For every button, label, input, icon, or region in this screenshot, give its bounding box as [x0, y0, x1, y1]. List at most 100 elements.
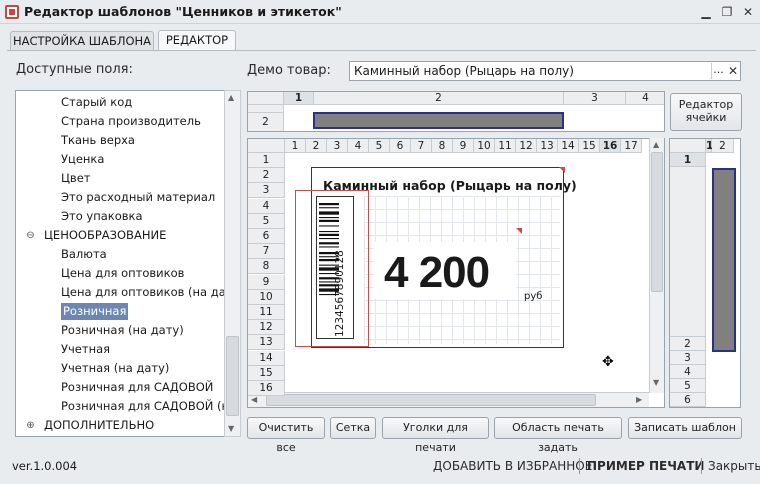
column-header[interactable]: 1: [284, 92, 314, 105]
column-header[interactable]: 12: [516, 139, 537, 153]
tree-item[interactable]: Цена для оптовиков (на дату): [61, 284, 240, 301]
column-header[interactable]: 17: [621, 139, 642, 153]
close-link[interactable]: Закрыть: [708, 459, 760, 473]
row-header[interactable]: 1: [248, 153, 285, 168]
demo-product-field[interactable]: Каминный набор (Рыцарь на полу) ... ✕: [349, 61, 741, 81]
print-example-link[interactable]: ПРИМЕР ПЕЧАТИ: [587, 459, 704, 473]
scroll-up-icon[interactable]: ▲: [228, 93, 234, 102]
tree-item[interactable]: Розничная для САДОВОЙ (на д: [61, 398, 240, 415]
row-header[interactable]: 8: [248, 259, 285, 275]
select-product-button[interactable]: ...: [711, 63, 725, 79]
row-header[interactable]: 1: [670, 153, 706, 167]
tab-editor[interactable]: РЕДАКТОР: [158, 30, 236, 51]
merged-cell[interactable]: [313, 112, 564, 129]
fields-tree-scrollbar[interactable]: ▲ ▼: [224, 90, 241, 437]
cell-editor-button[interactable]: Редактор ячейки: [670, 93, 742, 131]
row-header[interactable]: 2: [248, 113, 284, 131]
minimize-icon[interactable]: ▁: [697, 3, 715, 21]
column-header[interactable]: 16: [600, 139, 621, 153]
restore-icon[interactable]: ❐: [718, 3, 736, 21]
tree-item[interactable]: Старый код: [61, 94, 132, 111]
column-header[interactable]: 2: [712, 139, 734, 153]
column-header[interactable]: 4: [348, 139, 369, 153]
row-header[interactable]: 4: [248, 198, 285, 214]
clear-product-icon[interactable]: ✕: [726, 63, 740, 79]
row-header[interactable]: 3: [248, 183, 285, 199]
save-template-button[interactable]: Записать шаблон: [628, 417, 742, 439]
row-header[interactable]: 12: [248, 320, 285, 336]
row-header[interactable]: 2: [248, 168, 285, 184]
tree-item[interactable]: Это расходный материал: [61, 189, 215, 206]
add-favorites-link[interactable]: ДОБАВИТЬ В ИЗБРАННОЕ: [433, 459, 592, 473]
tree-item[interactable]: Валюта: [61, 246, 107, 263]
column-header[interactable]: 3: [327, 139, 348, 153]
column-header[interactable]: 2: [306, 139, 327, 153]
row-header[interactable]: 5: [670, 379, 706, 393]
row-header[interactable]: 3: [670, 351, 706, 365]
set-print-area-button[interactable]: Область печать задать: [494, 417, 622, 454]
clear-all-button[interactable]: Очистить все: [247, 417, 325, 454]
close-icon[interactable]: ✕: [739, 3, 757, 21]
scroll-thumb[interactable]: [651, 152, 663, 292]
tree-item[interactable]: Розничная для САДОВОЙ: [61, 379, 213, 396]
print-corners-button[interactable]: Уголки для печати: [382, 417, 489, 454]
row-header[interactable]: 9: [248, 274, 285, 290]
scroll-right-icon[interactable]: ▶: [636, 395, 642, 404]
row-header[interactable]: 10: [248, 289, 285, 305]
column-header[interactable]: 4: [626, 92, 664, 105]
tree-item[interactable]: Цена для оптовиков: [61, 265, 184, 282]
column-header[interactable]: 1: [285, 139, 306, 153]
row-header[interactable]: 7: [248, 244, 285, 260]
row-header[interactable]: 5: [248, 213, 285, 229]
tree-item[interactable]: Учетная (на дату): [61, 360, 169, 377]
grid-button[interactable]: Сетка: [330, 417, 376, 439]
column-header[interactable]: 11: [495, 139, 516, 153]
row-header[interactable]: 4: [670, 365, 706, 379]
column-header[interactable]: 14: [558, 139, 579, 153]
tree-item[interactable]: Розничная: [61, 303, 129, 320]
grid-vertical-scrollbar[interactable]: ▲ ▼: [649, 138, 664, 393]
tree-item[interactable]: Розничная (на дату): [61, 322, 184, 339]
scroll-thumb[interactable]: [226, 336, 239, 416]
tree-item[interactable]: ДОПОЛНИТЕЛЬНО: [44, 417, 154, 434]
tree-item[interactable]: Уценка: [61, 151, 104, 168]
tree-item[interactable]: Ткань верха: [61, 132, 135, 149]
column-header[interactable]: 9: [453, 139, 474, 153]
column-header[interactable]: 13: [537, 139, 558, 153]
row-header[interactable]: 6: [248, 229, 285, 244]
column-header[interactable]: 15: [579, 139, 600, 153]
column-header[interactable]: 7: [411, 139, 432, 153]
tab-template-settings[interactable]: НАСТРОЙКА ШАБЛОНА: [10, 31, 154, 50]
scroll-up-icon[interactable]: ▲: [653, 140, 659, 149]
row-header[interactable]: 11: [248, 305, 285, 320]
scroll-left-icon[interactable]: ◀: [251, 395, 257, 404]
header-grid[interactable]: 1 2 3 4 2: [247, 91, 665, 132]
right-grid[interactable]: 1 2 1 2 3 4 5 6: [669, 138, 741, 408]
row-header[interactable]: [248, 105, 284, 113]
tree-item[interactable]: Учетная: [61, 341, 110, 358]
column-header[interactable]: 5: [369, 139, 390, 153]
scroll-thumb[interactable]: [266, 394, 596, 406]
scroll-down-icon[interactable]: ▼: [228, 424, 234, 433]
column-header[interactable]: 3: [564, 92, 626, 105]
tree-item[interactable]: Страна производитель: [61, 113, 201, 130]
merged-cell[interactable]: [712, 168, 736, 352]
tree-item[interactable]: Цвет: [61, 170, 90, 187]
tree-item[interactable]: ЦЕНООБРАЗОВАНИЕ: [44, 227, 166, 244]
grid-horizontal-scrollbar[interactable]: ◀ ▶: [248, 392, 649, 407]
column-header[interactable]: 8: [432, 139, 453, 153]
row-header[interactable]: 2: [670, 337, 706, 351]
scroll-down-icon[interactable]: ▼: [653, 378, 659, 387]
expand-icon[interactable]: ⊕: [25, 420, 36, 431]
column-header[interactable]: 6: [390, 139, 411, 153]
row-header[interactable]: 15: [248, 365, 285, 381]
row-header[interactable]: 6: [670, 393, 706, 407]
row-header[interactable]: 16: [248, 381, 285, 396]
fields-tree[interactable]: Старый код Страна производитель Ткань верх…: [15, 90, 241, 437]
row-header[interactable]: 13: [248, 335, 285, 351]
column-header[interactable]: 10: [474, 139, 495, 153]
collapse-icon[interactable]: ⊖: [25, 230, 36, 241]
row-header[interactable]: 14: [248, 350, 285, 366]
column-header[interactable]: 2: [314, 92, 564, 105]
tree-item[interactable]: Это упаковка: [61, 208, 143, 225]
